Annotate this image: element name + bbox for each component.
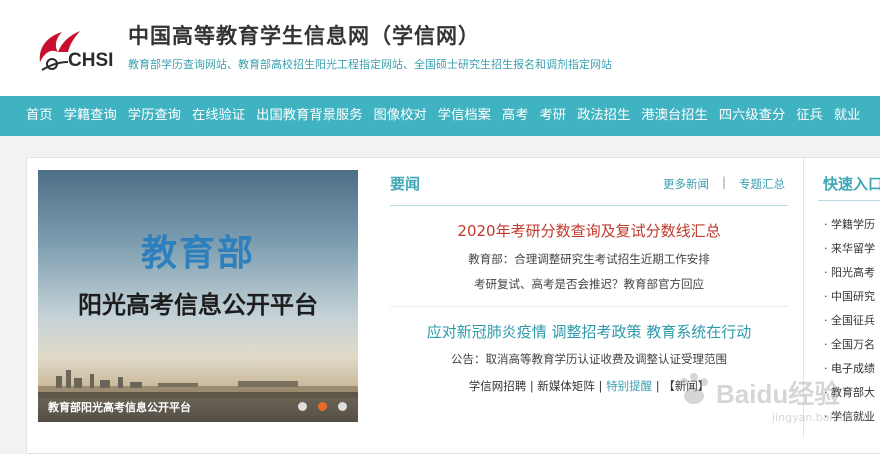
headline-exam-scores[interactable]: 2020年考研分数查询及复试分数线汇总 xyxy=(390,220,788,241)
carousel-dot-2-active[interactable] xyxy=(318,402,327,411)
nav-item-kaoyan[interactable]: 考研 xyxy=(534,96,572,136)
watermark-url: jingyan.baidu.com xyxy=(772,411,874,424)
quick-item[interactable]: · 来华留学 xyxy=(824,240,875,256)
nav-item-archive[interactable]: 学信档案 xyxy=(432,96,496,136)
nav-item-overseas-service[interactable]: 出国教育背景服务 xyxy=(250,96,367,136)
nav-item-online-verify[interactable]: 在线验证 xyxy=(186,96,250,136)
main-nav: 首页 学籍查询 学历查询 在线验证 出国教育背景服务 图像校对 学信档案 高考 考研 政法招生 港澳… xyxy=(0,96,880,136)
link-recruitment[interactable]: 学信网招聘 xyxy=(469,379,527,393)
quick-item[interactable]: · 阳光高考 xyxy=(824,264,875,280)
banner-subtitle: 阳光高考信息公开平台 xyxy=(78,290,318,319)
news-item-certification-fee[interactable]: 公告：取消高等教育学历认证收费及调整认证受理范围 xyxy=(390,351,788,367)
nav-item-law-admission[interactable]: 政法招生 xyxy=(571,96,635,136)
link-separator: | xyxy=(594,379,607,393)
carousel-dot-3[interactable] xyxy=(338,402,347,411)
nav-item-degree-query[interactable]: 学历查询 xyxy=(122,96,186,136)
news-heading: 要闻 xyxy=(390,175,421,193)
nav-item-employment[interactable]: 就业 xyxy=(828,96,866,136)
nav-item-cet-score[interactable]: 四六级查分 xyxy=(713,96,790,136)
quick-item[interactable]: · 中国研究 xyxy=(824,288,875,304)
news-item-exam-delay[interactable]: 考研复试、高考是否会推迟？教育部官方回应 xyxy=(390,276,788,292)
paw-icon xyxy=(680,373,708,404)
news-separator: | xyxy=(722,175,727,189)
news-item-moe-adjust[interactable]: 教育部：合理调整研究生考试招生近期工作安排 xyxy=(390,251,788,267)
watermark-text: Baidu经验 xyxy=(716,379,841,409)
site-title: 中国高等教育学生信息网（学信网） xyxy=(128,24,480,48)
banner-carousel[interactable]: 教育部 阳光高考信息公开平台 教育部阳光高考信息公开平台 xyxy=(38,170,358,422)
nav-item-conscription[interactable]: 征兵 xyxy=(790,96,828,136)
logo-text: CHSI xyxy=(68,50,114,71)
quick-entry-heading: 快速入口 xyxy=(823,175,880,193)
banner-caption[interactable]: 教育部阳光高考信息公开平台 xyxy=(48,399,191,415)
link-separator: | xyxy=(652,379,664,393)
banner-caption-bar: 教育部阳光高考信息公开平台 xyxy=(38,392,358,422)
nav-item-image-check[interactable]: 图像校对 xyxy=(368,96,432,136)
topics-link[interactable]: 专题汇总 xyxy=(739,176,785,192)
news-divider xyxy=(390,205,788,206)
site-subtitle: 教育部学历查询网站、教育部高校招生阳光工程指定网站、全国硕士研究生招生报名和调剂… xyxy=(128,58,612,71)
quick-entry-divider xyxy=(818,200,880,201)
link-separator: | xyxy=(526,379,538,393)
nav-item-student-status[interactable]: 学籍查询 xyxy=(58,96,122,136)
quick-item[interactable]: · 全国征兵 xyxy=(824,312,875,328)
carousel-dot-1[interactable] xyxy=(298,402,307,411)
quick-item[interactable]: · 全国万名 xyxy=(824,336,875,352)
baidu-watermark: Baidu经验 jingyan.baidu.com xyxy=(672,368,874,428)
headline-covid-policy[interactable]: 应对新冠肺炎疫情 调整招考政策 教育系统在行动 xyxy=(390,321,788,342)
quick-item[interactable]: · 学籍学历 xyxy=(824,216,875,232)
news-separator-line xyxy=(390,306,788,307)
link-special-notice[interactable]: 特别提醒 xyxy=(606,379,652,393)
more-news-link[interactable]: 更多新闻 xyxy=(663,176,709,192)
banner-title: 教育部 xyxy=(140,233,255,274)
site-header: CHSI 中国高等教育学生信息网（学信网） 教育部学历查询网站、教育部高校招生阳… xyxy=(0,0,880,96)
nav-item-hk-mo-tw[interactable]: 港澳台招生 xyxy=(635,96,712,136)
nav-item-home[interactable]: 首页 xyxy=(0,96,58,136)
nav-item-gaokao[interactable]: 高考 xyxy=(496,96,534,136)
link-media-matrix[interactable]: 新媒体矩阵 xyxy=(537,379,595,393)
